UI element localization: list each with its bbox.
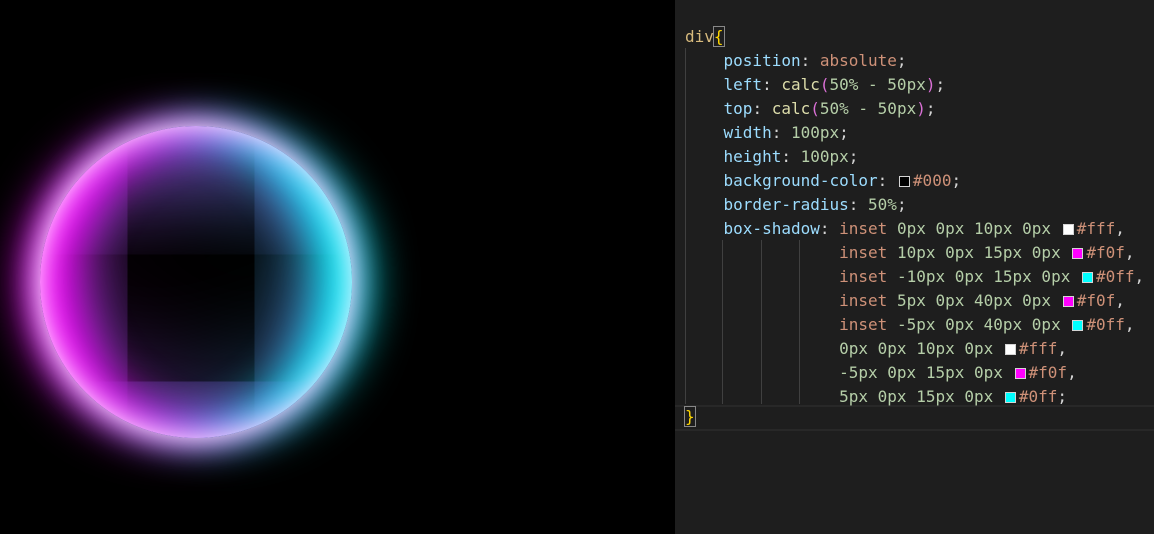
- css-property: position: [723, 51, 801, 70]
- css-value: 100px: [800, 147, 849, 166]
- color-swatch[interactable]: [1062, 224, 1074, 235]
- css-property: background-color: [723, 171, 878, 190]
- shadow-color: #f0f: [1076, 291, 1116, 310]
- shadow-offsets: 0px 0px 10px 0px: [896, 219, 1052, 238]
- css-function: calc: [781, 75, 820, 94]
- css-value: absolute: [819, 51, 897, 70]
- code-line[interactable]: top: calc(50% - 50px);: [685, 97, 936, 121]
- code-line[interactable]: height: 100px;: [685, 145, 859, 169]
- shadow-inset-keyword: inset: [839, 219, 888, 238]
- code-line[interactable]: -5px 0px 15px 0px #f0f,: [685, 361, 1077, 385]
- open-brace: {: [712, 26, 725, 47]
- code-line[interactable]: box-shadow: inset 0px 0px 10px 0px #fff,: [685, 217, 1125, 241]
- shadow-offsets: -10px 0px 15px 0px: [896, 267, 1071, 286]
- css-value: 50%: [868, 195, 897, 214]
- shadow-color: #fff: [1076, 219, 1116, 238]
- shadow-inset-keyword: inset: [839, 267, 888, 286]
- code-line[interactable]: 5px 0px 15px 0px #0ff;: [685, 385, 1067, 409]
- shadow-color: #f0f: [1086, 243, 1125, 262]
- code-line[interactable]: background-color: #000;: [685, 169, 962, 193]
- color-swatch[interactable]: [1081, 272, 1093, 283]
- code-line[interactable]: left: calc(50% - 50px);: [685, 73, 946, 97]
- code-line[interactable]: 0px 0px 10px 0px #fff,: [685, 337, 1067, 361]
- color-swatch[interactable]: [1072, 320, 1084, 331]
- code-line[interactable]: inset 5px 0px 40px 0px #f0f,: [685, 289, 1125, 313]
- css-value: #000: [912, 171, 952, 190]
- code-line[interactable]: width: 100px;: [685, 121, 849, 145]
- css-property: border-radius: [723, 195, 849, 214]
- shadow-color: #f0f: [1028, 363, 1068, 382]
- css-function: calc: [771, 99, 811, 118]
- shadow-color: #fff: [1018, 339, 1058, 358]
- code-line[interactable]: }: [684, 405, 696, 429]
- css-property: width: [723, 123, 772, 142]
- code-editor[interactable]: div{ position: absolute; left: calc(50% …: [675, 0, 1154, 534]
- shadow-offsets: 5px 0px 15px 0px: [839, 387, 994, 406]
- code-line[interactable]: border-radius: 50%;: [685, 193, 907, 217]
- css-value: 100px: [790, 123, 840, 142]
- color-swatch[interactable]: [1014, 368, 1026, 379]
- color-swatch[interactable]: [1062, 296, 1074, 307]
- color-swatch[interactable]: [898, 176, 910, 187]
- shadow-offsets: 10px 0px 15px 0px: [896, 243, 1061, 262]
- code-line[interactable]: inset 10px 0px 15px 0px #f0f,: [685, 241, 1134, 265]
- css-property: height: [723, 147, 782, 166]
- shadow-color: #0ff: [1018, 387, 1058, 406]
- code-line[interactable]: inset -5px 0px 40px 0px #0ff,: [685, 313, 1134, 337]
- css-value: 50% - 50px: [819, 99, 917, 118]
- code-line[interactable]: inset -10px 0px 15px 0px #0ff,: [685, 265, 1144, 289]
- shadow-offsets: 5px 0px 40px 0px: [896, 291, 1052, 310]
- close-brace: }: [684, 406, 696, 427]
- code-line[interactable]: position: absolute;: [685, 49, 907, 73]
- shadow-offsets: -5px 0px 15px 0px: [839, 363, 1003, 382]
- shadow-offsets: -5px 0px 40px 0px: [896, 315, 1061, 334]
- shadow-inset-keyword: inset: [839, 291, 888, 310]
- shadow-inset-keyword: inset: [839, 315, 888, 334]
- shadow-inset-keyword: inset: [839, 243, 888, 262]
- css-property: top: [723, 99, 753, 118]
- css-value: 50% - 50px: [829, 75, 926, 94]
- neon-orb: [40, 126, 352, 438]
- css-property: left: [723, 75, 763, 94]
- css-selector: div: [685, 27, 714, 46]
- shadow-color: #0ff: [1095, 267, 1135, 286]
- shadow-color: #0ff: [1086, 315, 1125, 334]
- color-swatch[interactable]: [1004, 392, 1016, 403]
- css-property: box-shadow: [723, 219, 820, 238]
- code-line[interactable]: div{: [685, 25, 725, 49]
- shadow-offsets: 0px 0px 10px 0px: [839, 339, 994, 358]
- color-swatch[interactable]: [1072, 248, 1084, 259]
- preview-canvas: [0, 0, 675, 534]
- color-swatch[interactable]: [1004, 344, 1016, 355]
